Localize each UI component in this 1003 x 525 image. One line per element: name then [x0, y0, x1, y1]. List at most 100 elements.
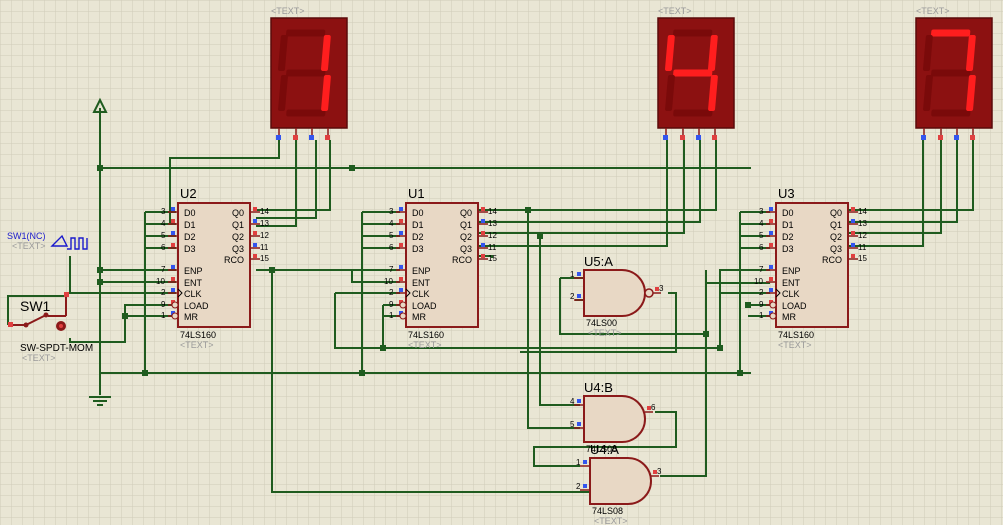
pin-name: D2	[412, 232, 424, 242]
clock-text: <TEXT>	[12, 241, 46, 251]
pin-name: CLK	[412, 289, 430, 299]
pin-number: 2	[759, 288, 764, 297]
pin-number: 13	[260, 219, 269, 228]
pin-name: Q1	[232, 220, 244, 230]
segment-a	[286, 29, 326, 37]
segment-g	[286, 69, 326, 77]
pin-name: ENT	[184, 278, 203, 288]
pin-number: 2	[576, 482, 581, 491]
pin-number: 5	[759, 231, 764, 240]
segment-d	[673, 109, 713, 117]
pin-number: 11	[488, 243, 497, 252]
chip-text: <TEXT>	[778, 340, 812, 350]
pin-name: Q0	[460, 208, 472, 218]
pin-number: 7	[759, 265, 764, 274]
pin-name: ENT	[782, 278, 801, 288]
pin-name: MR	[412, 312, 426, 322]
pin-number: 4	[389, 219, 394, 228]
pin-number: 9	[759, 300, 764, 309]
pin-name: RCO	[452, 255, 472, 265]
pin-number: 2	[161, 288, 166, 297]
pin-number: 15	[260, 254, 269, 263]
gate-name: U5:A	[584, 254, 613, 269]
pin-name: Q0	[232, 208, 244, 218]
pin-number: 2	[570, 292, 575, 301]
pin-name: D0	[184, 208, 196, 218]
pin-name: ENP	[782, 266, 801, 276]
gate-part: 74LS08	[592, 506, 623, 516]
gate-part: 74LS00	[586, 318, 617, 328]
pin-number: 3	[659, 284, 664, 293]
pin-name: Q1	[460, 220, 472, 230]
pin-name: D1	[782, 220, 794, 230]
pin-name: D1	[184, 220, 196, 230]
pin-name: Q0	[830, 208, 842, 218]
chip-name: U2	[180, 186, 197, 201]
pin-name: RCO	[224, 255, 244, 265]
display-left[interactable]: <TEXT>1	[270, 6, 348, 140]
pin-name: D2	[184, 232, 196, 242]
pin-name: D1	[412, 220, 424, 230]
segment-d	[286, 109, 326, 117]
display-text-label: <TEXT>	[271, 6, 305, 16]
pin-number: 3	[657, 467, 662, 476]
pin-name: ENP	[184, 266, 203, 276]
pin-number: 6	[161, 243, 166, 252]
pin-name: D2	[782, 232, 794, 242]
pin-number: 6	[651, 403, 656, 412]
pin-number: 12	[488, 231, 497, 240]
pin-name: D3	[184, 244, 196, 254]
pin-name: RCO	[822, 255, 842, 265]
gate-text: <TEXT>	[594, 516, 628, 525]
pin-name: D0	[412, 208, 424, 218]
chip-text: <TEXT>	[180, 340, 214, 350]
segment-g	[931, 69, 971, 77]
segment-d	[931, 109, 971, 117]
pin-number: 14	[858, 207, 867, 216]
pin-number: 10	[754, 277, 763, 286]
pin-number: 6	[389, 243, 394, 252]
switch-text: <TEXT>	[22, 353, 56, 363]
pin-number: 10	[384, 277, 393, 286]
pin-number: 7	[389, 265, 394, 274]
grid-layer	[0, 0, 1003, 525]
pin-name: Q3	[460, 244, 472, 254]
pin-number: 6	[759, 243, 764, 252]
pin-name: MR	[184, 312, 198, 322]
segment-a	[931, 29, 971, 37]
pin-number: 2	[389, 288, 394, 297]
display-right[interactable]: <TEXT>7	[915, 6, 993, 140]
pin-number: 4	[161, 219, 166, 228]
pin-number: 14	[260, 207, 269, 216]
pin-number: 11	[858, 243, 867, 252]
pin-number: 10	[156, 277, 165, 286]
gate-name: U4:B	[584, 380, 613, 395]
pin-number: 5	[389, 231, 394, 240]
pin-name: Q3	[232, 244, 244, 254]
pin-name: LOAD	[782, 301, 807, 311]
pin-number: 5	[570, 420, 575, 429]
pin-number: 7	[161, 265, 166, 274]
chip-text: <TEXT>	[408, 340, 442, 350]
pin-name: CLK	[184, 289, 202, 299]
pin-number: 3	[161, 207, 166, 216]
chip-part: 74LS160	[180, 330, 216, 340]
pin-name: ENT	[412, 278, 431, 288]
pin-number: 3	[389, 207, 394, 216]
pin-number: 5	[161, 231, 166, 240]
display-mid[interactable]: <TEXT>4	[657, 6, 735, 140]
pin-number: 9	[389, 300, 394, 309]
pin-name: D3	[412, 244, 424, 254]
pin-number: 12	[858, 231, 867, 240]
chip-part: 74LS160	[778, 330, 814, 340]
chip-name: U1	[408, 186, 425, 201]
pin-number: 1	[161, 311, 166, 320]
pin-name: CLK	[782, 289, 800, 299]
pin-number: 14	[488, 207, 497, 216]
pin-number: 13	[858, 219, 867, 228]
schematic-canvas[interactable]: <TEXT>1<TEXT>4<TEXT>7 U23D04D15D26D37ENP…	[0, 0, 1003, 525]
pin-name: Q1	[830, 220, 842, 230]
pin-number: 12	[260, 231, 269, 240]
segment-a	[673, 29, 713, 37]
pin-name: ENP	[412, 266, 431, 276]
